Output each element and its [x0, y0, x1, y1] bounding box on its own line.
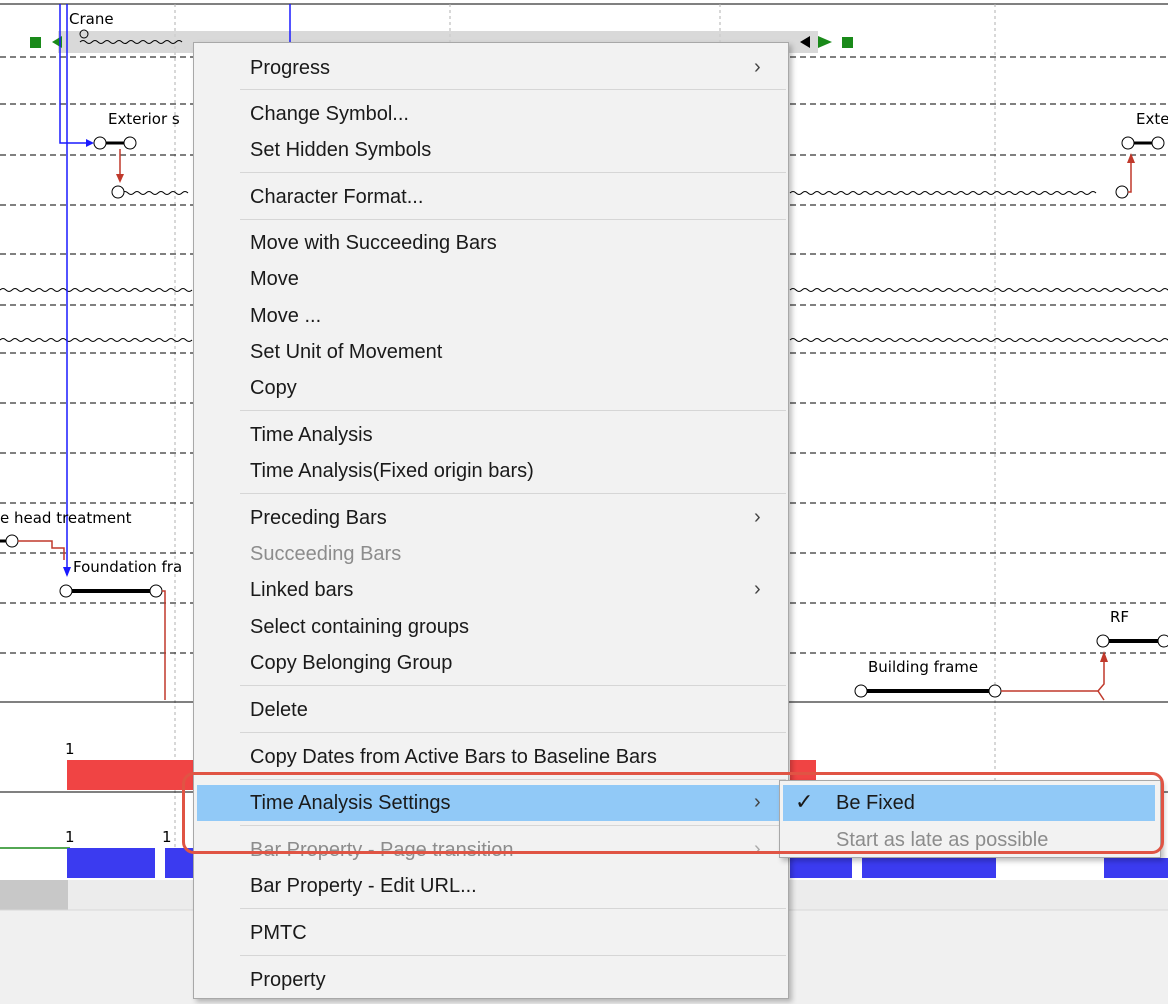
menu-item-succeeding-bars: Succeeding Bars — [194, 536, 788, 572]
menu-item-copy[interactable]: Copy — [194, 370, 788, 406]
bar-label-building-frame: Building frame — [868, 658, 979, 676]
bar-label-foundation: Foundation fra — [73, 558, 183, 576]
float-line — [789, 191, 1097, 195]
menu-item-label: Time Analysis(Fixed origin bars) — [250, 460, 534, 482]
menu-separator — [240, 685, 786, 686]
submenu-arrow-icon: › — [754, 506, 761, 528]
context-menu: Progress › Change Symbol... Set Hidden Sy… — [193, 42, 789, 999]
submenu-arrow-icon: › — [754, 578, 761, 600]
menu-separator — [240, 955, 786, 956]
bar-label-crane: Crane — [69, 10, 114, 28]
checkmark-icon: ✓ — [795, 789, 814, 814]
menu-item-label: Character Format... — [250, 186, 424, 208]
menu-item-label: Move — [250, 268, 299, 290]
menu-item-linked-bars[interactable]: Linked bars › — [194, 572, 788, 608]
menu-item-label: PMTC — [250, 922, 307, 944]
menu-separator — [240, 89, 786, 90]
float-line — [0, 288, 193, 292]
float-line — [789, 288, 1168, 292]
menu-item-progress[interactable]: Progress › — [194, 50, 788, 86]
submenu-item-label: Start as late as possible — [836, 829, 1049, 851]
menu-separator — [240, 410, 786, 411]
menu-separator — [240, 908, 786, 909]
menu-item-move-dialog[interactable]: Move ... — [194, 298, 788, 334]
menu-item-time-analysis-fixed-origin[interactable]: Time Analysis(Fixed origin bars) — [194, 453, 788, 489]
menu-item-edit-url[interactable]: Bar Property - Edit URL... — [194, 868, 788, 904]
menu-item-character-format[interactable]: Character Format... — [194, 179, 788, 215]
bar-label-rf: RF — [1110, 608, 1130, 626]
time-analysis-settings-submenu: ✓ Be Fixed Start as late as possible — [779, 780, 1161, 858]
resource-count-label: 1 — [65, 740, 75, 758]
bar-label-exterior-left: Exterior s — [108, 110, 180, 128]
menu-item-label: Linked bars — [250, 579, 354, 601]
menu-item-set-hidden-symbols[interactable]: Set Hidden Symbols — [194, 132, 788, 168]
menu-item-label: Succeeding Bars — [250, 543, 402, 565]
submenu-arrow-icon: › — [754, 838, 761, 860]
menu-item-copy-belonging-group[interactable]: Copy Belonging Group — [194, 645, 788, 681]
float-line — [789, 338, 1168, 342]
menu-item-delete[interactable]: Delete — [194, 692, 788, 728]
menu-item-label: Time Analysis Settings — [250, 792, 451, 814]
menu-item-change-symbol[interactable]: Change Symbol... — [194, 96, 788, 132]
menu-item-label: Bar Property - Page transition — [250, 839, 514, 861]
bar-label-head-treatment: e head treatment — [0, 509, 132, 527]
menu-item-move[interactable]: Move — [194, 261, 788, 297]
menu-separator — [240, 779, 786, 780]
menu-item-set-unit-of-movement[interactable]: Set Unit of Movement — [194, 334, 788, 370]
menu-separator — [240, 825, 786, 826]
resource-count-label: 1 — [162, 828, 172, 846]
menu-item-pmtc[interactable]: PMTC — [194, 915, 788, 951]
menu-item-label: Copy Dates from Active Bars to Baseline … — [250, 746, 657, 768]
submenu-item-label: Be Fixed — [836, 792, 915, 814]
submenu-arrow-icon: › — [754, 791, 761, 813]
menu-item-select-containing-groups[interactable]: Select containing groups — [194, 609, 788, 645]
menu-separator — [240, 219, 786, 220]
menu-item-label: Set Unit of Movement — [250, 341, 443, 363]
resource-count-label: 1 — [65, 828, 75, 846]
menu-item-time-analysis-settings[interactable]: Time Analysis Settings › — [197, 785, 785, 821]
menu-item-time-analysis[interactable]: Time Analysis — [194, 417, 788, 453]
menu-item-label: Copy — [250, 377, 297, 399]
menu-item-preceding-bars[interactable]: Preceding Bars › — [194, 500, 788, 536]
menu-item-label: Preceding Bars — [250, 507, 387, 529]
submenu-arrow-icon: › — [754, 56, 761, 78]
menu-separator — [240, 732, 786, 733]
submenu-item-be-fixed[interactable]: ✓ Be Fixed — [783, 785, 1155, 821]
menu-item-label: Copy Belonging Group — [250, 652, 453, 674]
menu-item-label: Delete — [250, 699, 308, 721]
menu-item-page-transition: Bar Property - Page transition › — [194, 832, 788, 868]
menu-item-label: Bar Property - Edit URL... — [250, 875, 477, 897]
menu-separator — [240, 172, 786, 173]
menu-item-label: Move ... — [250, 305, 322, 327]
menu-item-move-with-succeeding-bars[interactable]: Move with Succeeding Bars — [194, 225, 788, 261]
menu-item-label: Change Symbol... — [250, 103, 409, 125]
bar-label-exterior-right: Exte — [1136, 110, 1168, 128]
menu-item-copy-dates-to-baseline[interactable]: Copy Dates from Active Bars to Baseline … — [194, 739, 788, 775]
menu-item-property[interactable]: Property — [194, 962, 788, 998]
menu-item-label: Time Analysis — [250, 424, 373, 446]
menu-item-label: Set Hidden Symbols — [250, 139, 432, 161]
submenu-item-start-as-late-as-possible: Start as late as possible — [780, 822, 1160, 858]
menu-separator — [240, 493, 786, 494]
menu-item-label: Property — [250, 969, 326, 991]
float-line — [121, 191, 189, 195]
float-line — [0, 338, 193, 342]
menu-item-label: Select containing groups — [250, 616, 470, 638]
menu-item-label: Move with Succeeding Bars — [250, 232, 497, 254]
menu-item-label: Progress — [250, 57, 331, 79]
